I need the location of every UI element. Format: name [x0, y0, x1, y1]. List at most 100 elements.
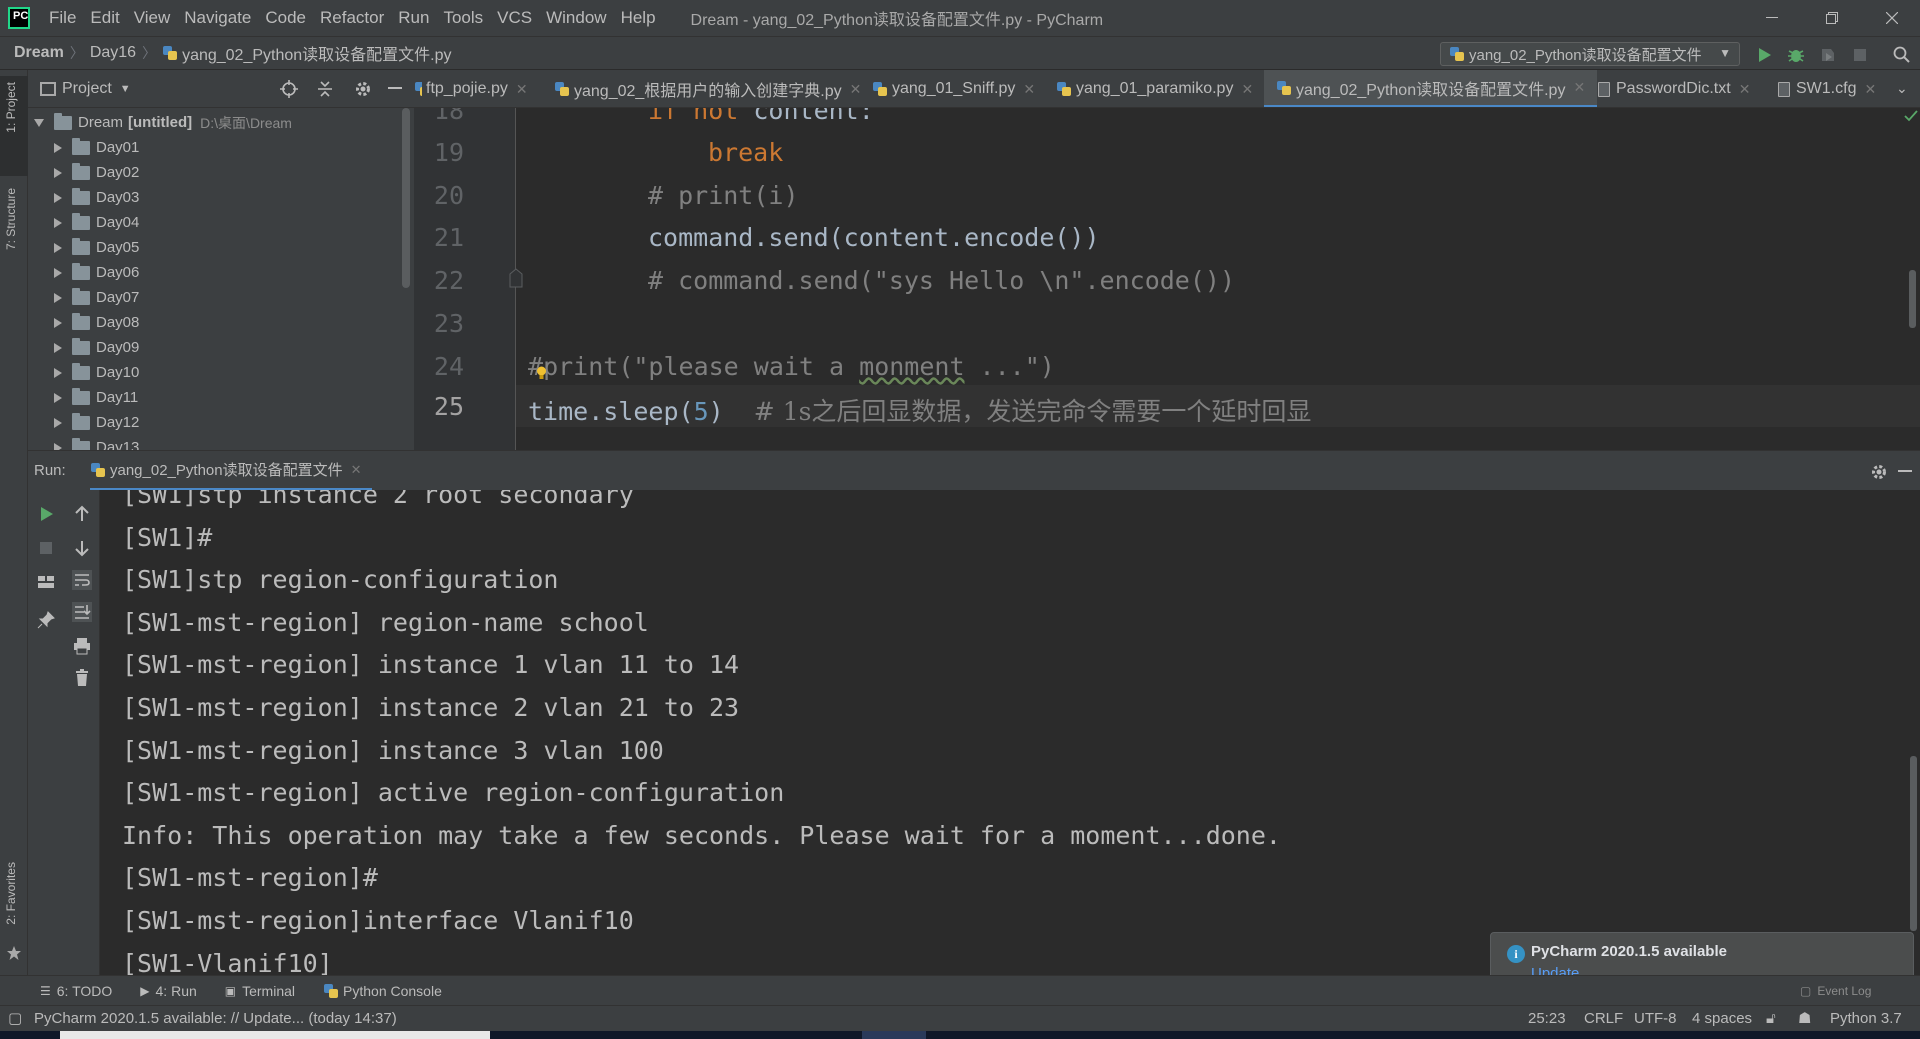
expand-arrow-icon[interactable] [54, 317, 62, 328]
expand-arrow-icon[interactable] [54, 142, 62, 153]
tree-folder-item[interactable]: Day10 [54, 360, 139, 385]
tree-folder-item[interactable]: Day08 [54, 310, 139, 335]
fold-marker-icon[interactable] [508, 267, 524, 289]
expand-arrow-icon[interactable] [54, 417, 62, 428]
menu-file[interactable]: File [42, 0, 83, 36]
restore-button[interactable] [1804, 0, 1860, 36]
tool-windows-toggle-icon[interactable]: ▢ [8, 1006, 22, 1032]
tool-tab-structure[interactable]: 7: Structure [4, 188, 18, 250]
stop-icon[interactable] [36, 538, 56, 558]
stop-icon[interactable] [1850, 45, 1870, 65]
settings-gear-icon[interactable] [1870, 463, 1888, 481]
tab-yang-01-paramiko[interactable]: yang_01_paramiko.py ✕ [1056, 70, 1253, 107]
inspector-icon[interactable]: ☗ [1798, 1006, 1811, 1032]
expand-arrow-icon[interactable] [54, 342, 62, 353]
menu-window[interactable]: Window [539, 0, 613, 36]
project-tree-scrollbar[interactable] [402, 108, 410, 288]
indent-setting[interactable]: 4 spaces [1692, 1006, 1752, 1032]
close-window-button[interactable] [1864, 0, 1920, 36]
coverage-icon[interactable] [1818, 45, 1838, 65]
debug-icon[interactable] [1786, 45, 1806, 65]
close-tab-icon[interactable]: ✕ [1573, 79, 1585, 96]
tool-tab-terminal[interactable]: ▣ Terminal [225, 983, 295, 999]
tree-root-item[interactable]: Dream [untitled] D:\桌面\Dream [34, 110, 292, 135]
expand-arrow-icon[interactable] [54, 392, 62, 403]
caret-position[interactable]: 25:23 [1528, 1006, 1566, 1032]
settings-gear-icon[interactable] [354, 80, 372, 98]
expand-arrow-icon[interactable] [54, 292, 62, 303]
collapse-all-icon[interactable] [316, 80, 334, 98]
menu-navigate[interactable]: Navigate [177, 0, 258, 36]
close-tab-icon[interactable]: ✕ [1241, 81, 1253, 98]
tree-folder-item[interactable]: Day12 [54, 410, 139, 435]
menu-code[interactable]: Code [258, 0, 313, 36]
tab-yang-01-sniff[interactable]: yang_01_Sniff.py ✕ [872, 70, 1035, 107]
tool-tab-python-console[interactable]: Python Console [323, 983, 442, 999]
menu-vcs[interactable]: VCS [490, 0, 539, 36]
arrow-up-icon[interactable] [72, 504, 92, 524]
expand-arrow-icon[interactable] [54, 267, 62, 278]
print-icon[interactable] [72, 636, 92, 656]
minimize-button[interactable] [1744, 0, 1800, 36]
editor-scrollbar[interactable] [1909, 270, 1916, 328]
tab-password-dic[interactable]: PasswordDic.txt ✕ [1598, 70, 1750, 107]
tool-tab-todo[interactable]: ☰ 6: TODO [40, 983, 112, 999]
expand-arrow-icon[interactable] [54, 192, 62, 203]
expand-arrow-icon[interactable] [34, 118, 44, 127]
close-tab-icon[interactable]: ✕ [850, 81, 862, 98]
close-tab-icon[interactable]: ✕ [1864, 81, 1876, 98]
tool-tab-run[interactable]: ▶ 4: Run [140, 983, 196, 999]
tool-tab-favorites[interactable]: 2: Favorites [4, 862, 18, 925]
tree-folder-item[interactable]: Day09 [54, 335, 139, 360]
tree-folder-item[interactable]: Day11 [54, 385, 138, 410]
breadcrumb-file[interactable]: yang_02_Python读取设备配置文件.py [182, 41, 451, 65]
console-scrollbar[interactable] [1910, 756, 1917, 931]
run-icon[interactable] [1754, 45, 1774, 65]
tab-yang-02-read-config[interactable]: yang_02_Python读取设备配置文件.py ✕ [1264, 70, 1598, 107]
tree-folder-item[interactable]: Day03 [54, 185, 139, 210]
code-editor[interactable]: 18 19 20 21 22 23 24 25 if not content: … [414, 108, 1920, 450]
soft-wrap-icon[interactable] [72, 570, 92, 590]
tree-folder-item[interactable]: Day04 [54, 210, 139, 235]
close-tab-icon[interactable]: ✕ [516, 81, 528, 98]
tool-tab-event-log[interactable]: ▢ Event Log [1800, 976, 1871, 1006]
menu-view[interactable]: View [127, 0, 178, 36]
tree-folder-item[interactable]: Day05 [54, 235, 139, 260]
menu-edit[interactable]: Edit [83, 0, 126, 36]
taskbar-search-box[interactable] [60, 1031, 490, 1039]
menu-run[interactable]: Run [391, 0, 436, 36]
hide-panel-icon[interactable] [388, 87, 402, 90]
run-console-output[interactable]: [SW1]stp instance 2 root secondary [SW1]#… [100, 490, 1920, 975]
run-tab[interactable]: yang_02_Python读取设备配置文件 ✕ [90, 451, 372, 491]
trash-icon[interactable] [72, 668, 92, 688]
hide-panel-icon[interactable] [1898, 470, 1912, 473]
intention-bulb-icon[interactable] [536, 366, 547, 380]
file-encoding[interactable]: UTF-8 [1634, 1006, 1677, 1032]
tree-folder-item[interactable]: Day07 [54, 285, 139, 310]
tree-folder-item[interactable]: Day06 [54, 260, 139, 285]
locate-file-icon[interactable] [280, 80, 298, 98]
breadcrumb-project[interactable]: Dream [14, 44, 64, 62]
lock-icon[interactable]: 🔓︎ [1766, 1006, 1776, 1032]
pin-icon[interactable] [36, 610, 56, 630]
menu-tools[interactable]: Tools [436, 0, 490, 36]
tree-folder-item[interactable]: Day13 [54, 435, 139, 450]
tree-folder-item[interactable]: Day01 [54, 135, 139, 160]
scroll-to-end-icon[interactable] [72, 602, 92, 622]
line-separator[interactable]: CRLF [1584, 1006, 1623, 1032]
tab-list-chevron-icon[interactable]: ⌄ [1896, 80, 1908, 97]
rerun-icon[interactable] [36, 504, 56, 524]
tab-yang-02-create-dict[interactable]: yang_02_根据用户的输入创建字典.py ✕ [554, 70, 862, 107]
project-view-selector[interactable]: Project [62, 80, 112, 98]
close-tab-icon[interactable]: ✕ [351, 462, 362, 478]
expand-arrow-icon[interactable] [54, 217, 62, 228]
menu-refactor[interactable]: Refactor [313, 0, 391, 36]
python-interpreter[interactable]: Python 3.7 [1830, 1006, 1902, 1032]
taskbar-active-app[interactable] [862, 1031, 926, 1039]
breadcrumb-folder[interactable]: Day16 [90, 44, 136, 62]
tab-ftp-pojie[interactable]: ftp_pojie.py ✕ [414, 70, 528, 107]
status-message[interactable]: PyCharm 2020.1.5 available: // Update...… [34, 1006, 397, 1032]
run-configuration-select[interactable]: yang_02_Python读取设备配置文件 ▼ [1440, 42, 1740, 66]
tab-sw1-cfg[interactable]: SW1.cfg ✕ [1778, 70, 1876, 107]
layout-icon[interactable] [36, 572, 56, 592]
